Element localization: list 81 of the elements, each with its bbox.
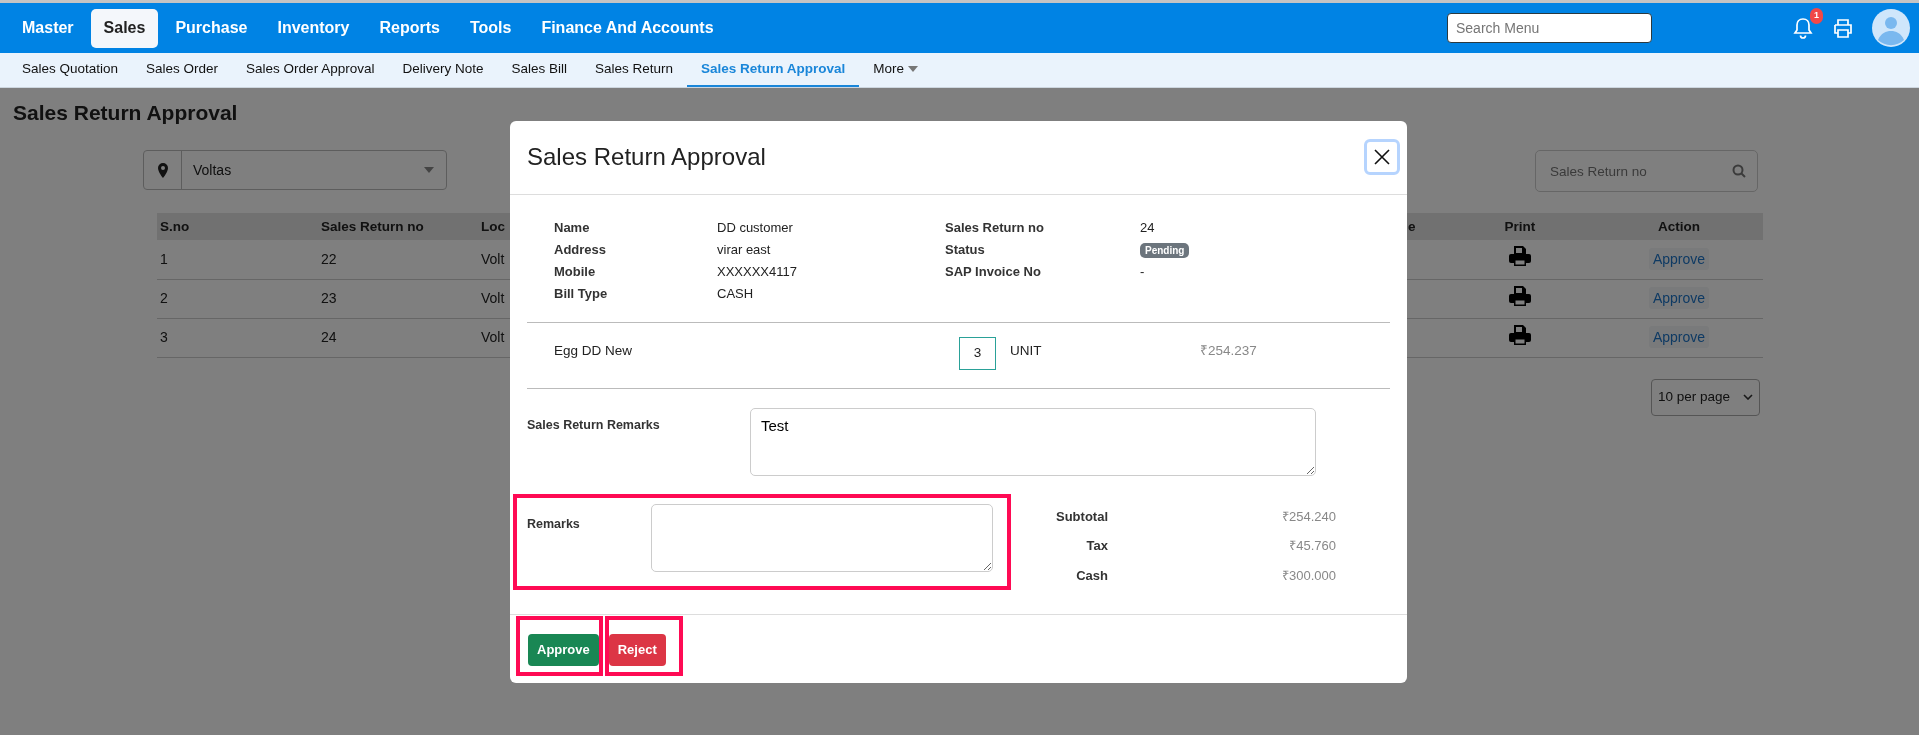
- table-cell: 24: [321, 329, 337, 346]
- field-value: DD customer: [717, 218, 794, 237]
- approve-link[interactable]: Approve: [1648, 287, 1710, 310]
- subnav-tab[interactable]: Sales Return Approval: [687, 53, 860, 87]
- location-select[interactable]: Voltas: [143, 150, 447, 191]
- field-label: Mobile: [554, 262, 597, 281]
- field-label: Sales Return no: [945, 218, 1045, 237]
- printer-icon[interactable]: [1509, 246, 1531, 267]
- table-cell: 23: [321, 290, 337, 307]
- column-header: S.no: [160, 218, 190, 234]
- nav-tab[interactable]: Tools: [456, 8, 525, 48]
- printer-icon[interactable]: [1509, 285, 1531, 306]
- table-cell: 22: [321, 250, 337, 267]
- subnav-tab[interactable]: Sales Return: [581, 53, 688, 87]
- field-label: Bill Type: [554, 284, 609, 303]
- page-title: Sales Return Approval: [13, 100, 239, 126]
- approve-link[interactable]: Approve: [1648, 247, 1710, 270]
- total-value: ₹45.760: [1288, 537, 1336, 556]
- subnav-tab[interactable]: Delivery Note: [388, 53, 498, 87]
- notification-badge: 1: [1810, 8, 1823, 24]
- total-value: ₹254.240: [1281, 507, 1336, 526]
- status-badge: Pending: [1140, 242, 1190, 258]
- table-cell: 1: [160, 250, 168, 267]
- total-label: Subtotal: [1055, 507, 1108, 526]
- nav-tab[interactable]: Finance And Accounts: [528, 8, 727, 48]
- nav-tab[interactable]: Sales: [90, 8, 159, 48]
- location-pin-icon: [157, 162, 168, 178]
- table-cell: 3: [160, 329, 168, 346]
- avatar-icon[interactable]: [1872, 9, 1910, 47]
- item-name: Egg DD New: [554, 341, 634, 360]
- field-label: Address: [554, 240, 608, 259]
- total-label: Tax: [1085, 537, 1108, 556]
- column-header: Print: [1504, 218, 1536, 234]
- approve-link[interactable]: Approve: [1648, 326, 1710, 349]
- subnav-tab[interactable]: Sales Quotation: [8, 53, 133, 87]
- total-label: Cash: [1075, 566, 1108, 585]
- nav-tab[interactable]: Master: [9, 8, 87, 48]
- field-label: Remarks: [527, 515, 581, 533]
- subnav-tab[interactable]: Sales Bill: [497, 53, 581, 87]
- nav-tab[interactable]: Purchase: [162, 8, 261, 48]
- column-header: e: [1408, 218, 1416, 234]
- field-value: CASH: [717, 284, 755, 303]
- field-label: Name: [554, 218, 591, 237]
- column-header: Sales Return no: [321, 218, 424, 234]
- search-icon: [1732, 164, 1746, 179]
- table-cell: Volt: [481, 250, 505, 267]
- field-label: Status: [945, 240, 986, 259]
- nav-tab[interactable]: Reports: [366, 8, 453, 48]
- close-icon: [1374, 149, 1390, 166]
- reject-button[interactable]: Reject: [608, 634, 666, 667]
- total-value: ₹300.000: [1281, 566, 1336, 585]
- field-value: 24: [1140, 219, 1155, 235]
- subnav-tab[interactable]: Sales Order Approval: [232, 53, 389, 87]
- caret-icon: [424, 167, 434, 174]
- nav-tab[interactable]: Inventory: [264, 8, 363, 48]
- column-header: Action: [1658, 218, 1700, 234]
- bell-icon[interactable]: [1792, 16, 1814, 40]
- printer-icon[interactable]: [1832, 17, 1854, 39]
- subnav-tab[interactable]: Sales Order: [132, 53, 233, 87]
- field-label: Sales Return Remarks: [527, 416, 661, 434]
- unit-label: UNIT: [1010, 341, 1043, 360]
- field-label: SAP Invoice No: [945, 262, 1042, 281]
- more-dropdown[interactable]: More: [859, 53, 933, 87]
- field-value: -: [1140, 263, 1145, 279]
- field-value: XXXXXX4117: [717, 262, 798, 281]
- printer-icon[interactable]: [1509, 324, 1531, 345]
- quantity-field[interactable]: 3: [959, 336, 996, 370]
- table-cell: Volt: [481, 290, 505, 307]
- search-field[interactable]: Search Menu: [1447, 13, 1652, 43]
- field-value: virar east: [717, 240, 772, 259]
- item-price: ₹254.237: [1200, 341, 1257, 360]
- caret-icon: [908, 66, 919, 72]
- table-cell: Volt: [481, 329, 505, 346]
- remarks-textarea[interactable]: Test: [750, 407, 1316, 476]
- table-cell: 2: [160, 290, 168, 307]
- chevron-down-icon: [1743, 394, 1753, 401]
- modal-title: Sales Return Approval: [527, 142, 766, 172]
- per-page-select[interactable]: 10 per page: [1651, 378, 1760, 416]
- approve-button[interactable]: Approve: [528, 634, 599, 667]
- close-button[interactable]: [1364, 139, 1400, 176]
- column-header: Loc: [481, 218, 505, 234]
